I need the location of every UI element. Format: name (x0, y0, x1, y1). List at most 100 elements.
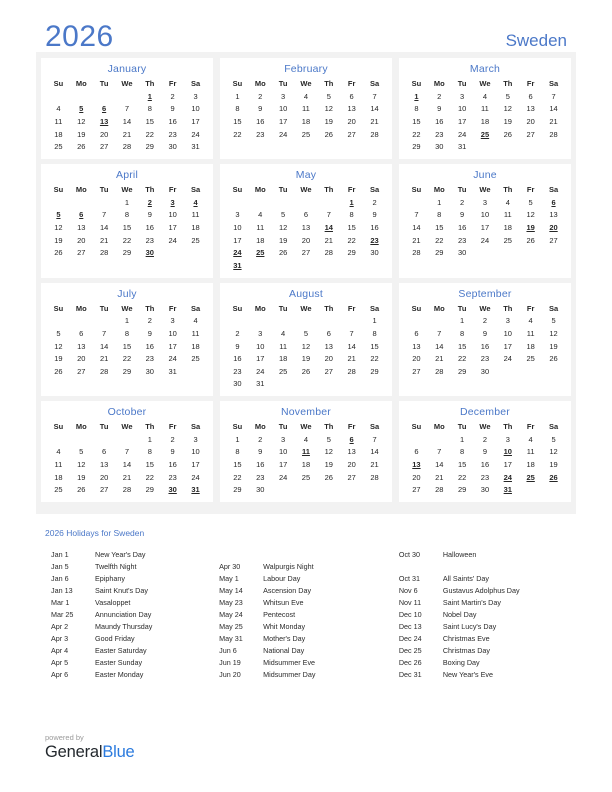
day-cell: 30 (168, 142, 177, 152)
month-name: December (459, 406, 511, 419)
day-cell: 17 (503, 460, 512, 470)
day-cell: 5 (551, 434, 556, 444)
holiday-name: New Year's Day (95, 550, 146, 560)
day-cell-empty (116, 433, 139, 446)
holiday-name: Whit Monday (263, 622, 306, 632)
day-cell: 10 (480, 210, 490, 220)
day-cell: 17 (278, 116, 288, 126)
day-cell-holiday: 26 (549, 472, 558, 482)
day-cell-empty (317, 378, 340, 391)
day-cell: 7 (124, 447, 130, 457)
day-cell: 15 (233, 460, 242, 470)
day-cell: 28 (435, 366, 444, 376)
day-cell: 8 (372, 328, 377, 338)
week-row: 19 20 21 22 23 24 25 (47, 352, 207, 365)
day-cell: 3 (235, 210, 240, 220)
weekday-header-tu: Tu (278, 303, 288, 313)
day-cell: 30 (256, 485, 265, 495)
holiday-list-item: Mar 1 Vasaloppet (51, 597, 219, 609)
weekday-header-row: Su Mo Tu We Th Fr Sa (405, 303, 565, 315)
weekday-header-sa: Sa (548, 184, 559, 194)
holiday-list-item: Jan 1 New Year's Day (51, 549, 219, 561)
day-cell-holiday: 6 (551, 197, 556, 207)
day-cell: 17 (457, 116, 467, 126)
day-cell-empty (340, 378, 363, 391)
month-name: April (115, 168, 138, 181)
day-cell: 4 (281, 328, 286, 338)
day-cell: 7 (124, 104, 130, 114)
day-cell: 11 (54, 460, 63, 470)
day-cell: 19 (503, 116, 512, 126)
day-cell: 18 (191, 341, 200, 351)
day-cell: 9 (258, 447, 263, 457)
day-cell-empty (428, 433, 451, 446)
week-row: 6 7 8 9 10 11 12 (405, 327, 565, 340)
day-cell: 8 (437, 210, 442, 220)
holiday-list-item: Dec 25 Christmas Day (399, 645, 567, 657)
day-cell: 2 (258, 91, 263, 101)
day-cell-empty (542, 140, 565, 153)
week-row: 1 2 3 (47, 90, 207, 103)
day-cell-holiday: 4 (193, 197, 198, 207)
day-cell: 26 (278, 248, 288, 258)
week-row: 8 9 10 11 12 13 14 (226, 103, 386, 116)
week-row: 26 27 28 29 30 (47, 246, 207, 259)
day-cell: 6 (326, 328, 331, 338)
holiday-name: Boxing Day (442, 658, 480, 668)
day-cell: 26 (54, 248, 63, 258)
weekday-header-tu: Tu (457, 303, 467, 313)
day-cell: 12 (549, 328, 558, 338)
day-cell: 8 (147, 104, 152, 114)
week-row: 18 19 20 21 22 23 24 (47, 128, 207, 141)
day-cell-empty (363, 259, 386, 272)
holiday-date: Oct 30 (398, 550, 421, 560)
week-row: 4 5 6 7 8 9 10 (47, 103, 207, 116)
holiday-date: Jun 19 (219, 658, 241, 668)
day-cell: 11 (279, 341, 287, 351)
month-grid: Su Mo Tu We Th Fr Sa 1 2 3 4 5 6 7 8 9 10 11 12 13 14 15 16 17… (226, 303, 386, 391)
day-cell: 23 (435, 129, 444, 139)
weekday-header-su: Su (53, 422, 64, 432)
day-cell: 21 (347, 354, 356, 364)
day-cell-holiday: 1 (147, 91, 152, 101)
holiday-list-item: Dec 26 Boxing Day (399, 657, 567, 669)
day-cell: 8 (235, 104, 240, 114)
month-name: September (458, 287, 512, 300)
weekday-header-su: Su (411, 184, 422, 194)
day-cell-holiday: 6 (102, 104, 107, 114)
weekday-header-tu: Tu (278, 79, 288, 88)
day-cell: 9 (372, 210, 377, 220)
weekday-header-mo: Mo (75, 79, 87, 88)
day-cell: 27 (99, 142, 109, 152)
week-row: 1 2 3 4 5 (405, 315, 565, 328)
day-cell-empty (496, 246, 519, 259)
week-row: 22 23 24 25 26 27 28 (226, 471, 386, 484)
day-cell-holiday: 24 (503, 472, 512, 482)
day-cell: 27 (77, 248, 86, 258)
day-cell-holiday: 13 (99, 116, 109, 126)
holiday-name: Easter Sunday (95, 658, 143, 668)
day-cell-empty (70, 90, 93, 103)
holiday-list-item: Apr 30 Walpurgis Night (219, 561, 393, 573)
day-cell: 25 (301, 129, 311, 139)
day-cell: 7 (102, 328, 107, 338)
day-cell-holiday: 14 (324, 222, 333, 232)
day-cell-empty (93, 196, 116, 209)
day-cell: 22 (145, 129, 154, 139)
day-cell: 27 (324, 366, 333, 376)
day-cell-holiday: 10 (503, 447, 512, 457)
day-cell-empty (405, 196, 428, 209)
day-cell: 13 (77, 341, 86, 351)
day-cell-empty (474, 246, 497, 259)
day-cell-holiday: 3 (170, 197, 175, 207)
day-cell: 11 (54, 116, 63, 126)
day-cell: 16 (233, 354, 242, 364)
holiday-columns: Jan 1 New Year's Day Jan 5 Twelfth Night Jan… (45, 549, 567, 681)
weekday-header-mo: Mo (254, 303, 266, 313)
holiday-date: Dec 10 (398, 610, 422, 620)
day-cell: 3 (281, 91, 286, 101)
month-name: February (284, 63, 328, 75)
day-cell: 9 (482, 328, 488, 338)
holiday-name: Twelfth Night (95, 562, 137, 572)
day-cell: 3 (281, 434, 286, 444)
